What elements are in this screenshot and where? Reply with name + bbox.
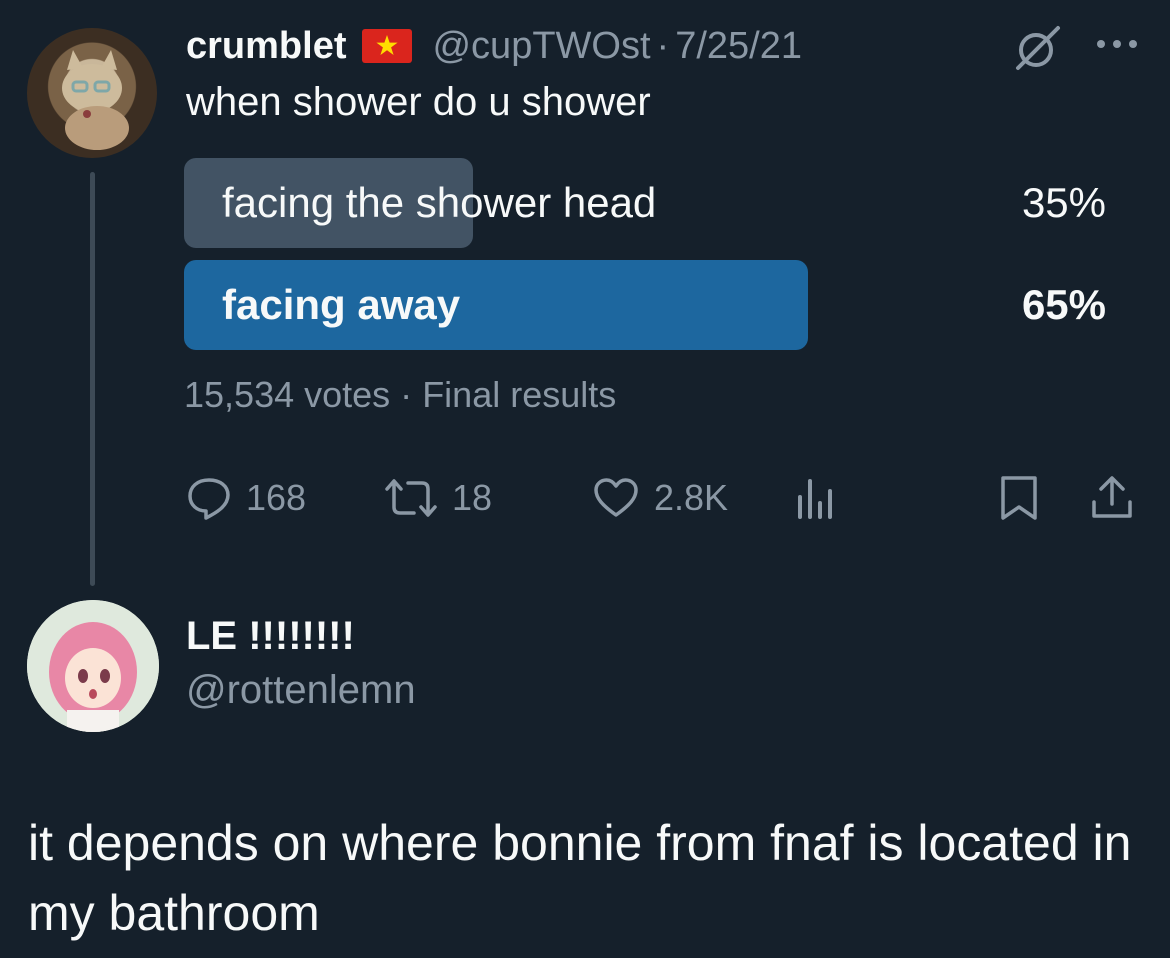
like-count: 2.8K <box>654 477 729 518</box>
reply-count: 168 <box>246 477 307 518</box>
poll-option-label: facing the shower head <box>222 179 657 226</box>
poll-option-label: facing away <box>222 281 461 328</box>
like-button[interactable]: 2.8K <box>592 470 728 526</box>
timestamp[interactable]: 7/25/21 <box>675 25 802 68</box>
retweet-count: 18 <box>452 477 493 518</box>
heart-icon <box>594 478 638 517</box>
grok-icon[interactable] <box>1012 24 1064 72</box>
display-name[interactable]: crumblet <box>186 25 346 68</box>
reply-button[interactable]: 168 <box>186 470 306 526</box>
thread-line <box>90 172 95 586</box>
retweet-icon <box>385 479 437 517</box>
reply-handle[interactable]: @rottenlemn <box>186 668 416 713</box>
retweet-button[interactable]: 18 <box>384 470 492 526</box>
share-icon <box>1092 476 1132 518</box>
bookmark-button[interactable] <box>998 470 1040 526</box>
avatar[interactable] <box>27 600 159 732</box>
poll-vote-count: 15,534 votes <box>184 374 391 415</box>
reply-display-name[interactable]: LE !!!!!!!! <box>186 614 355 659</box>
poll-option-percent: 65% <box>1021 281 1106 328</box>
cat-avatar-icon <box>62 50 129 150</box>
tweet-header: crumblet @cupTWOst · 7/25/21 <box>186 20 802 72</box>
bookmark-icon <box>1001 476 1037 520</box>
poll-option-percent: 35% <box>1021 179 1106 226</box>
handle[interactable]: @cupTWOst <box>432 25 650 68</box>
vietnam-flag-icon <box>362 29 413 63</box>
views-button[interactable] <box>796 470 836 526</box>
reply-text: it depends on where bonnie from fnaf is … <box>28 815 1132 941</box>
poll-status: Final results <box>422 374 617 415</box>
reply-icon <box>188 478 230 520</box>
anime-girl-avatar-icon <box>27 600 159 732</box>
tweet-text: when shower do u shower <box>186 80 651 124</box>
share-button[interactable] <box>1088 470 1136 526</box>
separator-dot: · <box>656 24 670 67</box>
avatar[interactable] <box>27 28 157 158</box>
poll-meta: 15,534 votes · Final results <box>184 374 616 416</box>
poll-option: facing the shower head 35% <box>184 158 1106 248</box>
poll-option-winner: facing away 65% <box>184 260 1106 350</box>
more-options-icon[interactable] <box>1094 34 1140 54</box>
views-chart-icon <box>798 479 832 519</box>
separator-dot: · <box>400 374 413 415</box>
